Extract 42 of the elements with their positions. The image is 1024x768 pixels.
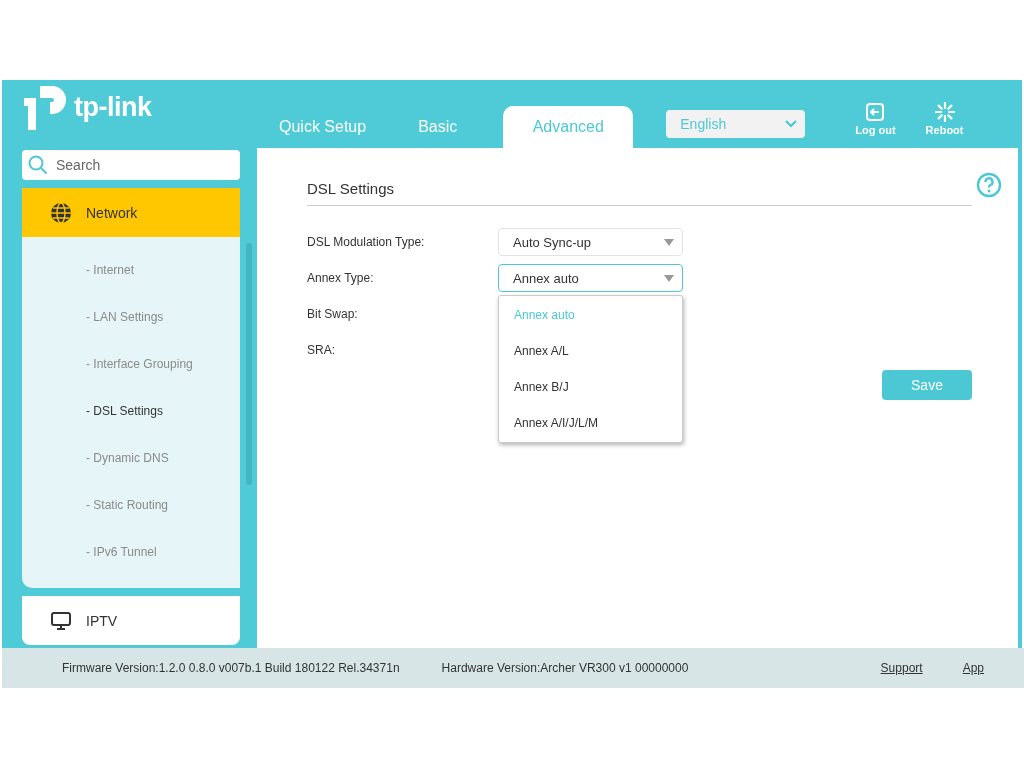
language-select[interactable]: English [666, 110, 806, 138]
help-icon[interactable] [976, 172, 1002, 198]
caret-icon [664, 238, 674, 246]
field-label: DSL Modulation Type: [307, 235, 426, 249]
hardware-version: Hardware Version:Archer VR300 v1 00000000 [441, 661, 689, 675]
field-label: Bit Swap: [307, 307, 359, 321]
logo-text: tp-link [74, 91, 152, 123]
chevron-icon [785, 120, 798, 128]
dropdown-option[interactable]: Annex A/L [499, 333, 682, 369]
submenu-item[interactable]: - Internet [22, 247, 240, 294]
section-title: DSL Settings [307, 180, 972, 206]
monitor-icon [50, 610, 72, 631]
submenu-item[interactable]: - IPv6 Tunnel [22, 529, 240, 576]
logout-button[interactable]: Log out [855, 102, 896, 136]
firmware-version: Firmware Version:1.2.0 0.8.0 v007b.1 Build 180122 Rel.34371n [62, 661, 400, 675]
dropdown-option[interactable]: Annex B/J [499, 369, 682, 405]
footer-link[interactable]: Support [880, 661, 923, 675]
nav-tab[interactable]: Quick Setup [257, 106, 393, 148]
field-label: SRA: [307, 343, 336, 357]
dropdown-option[interactable]: Annex auto [499, 297, 682, 333]
dropdown-field[interactable]: Annex auto [498, 264, 683, 292]
field-label: Annex Type: [307, 271, 375, 285]
search-icon [28, 155, 48, 175]
dropdown-field[interactable]: Auto Sync-up [498, 228, 683, 256]
caret-icon [664, 274, 674, 282]
logout-icon [865, 102, 886, 122]
submenu-item[interactable]: - DSL Settings [22, 388, 240, 435]
dropdown-option[interactable]: Annex A/I/J/L/M [499, 405, 682, 441]
save-button[interactable]: Save [882, 370, 972, 400]
menu-item[interactable]: Network [22, 188, 240, 237]
reboot-button[interactable]: Reboot [925, 102, 964, 136]
submenu-item[interactable]: - Static Routing [22, 482, 240, 529]
search-field[interactable]: Search [22, 150, 240, 180]
submenu-item[interactable]: - LAN Settings [22, 294, 240, 341]
globe-icon [50, 201, 72, 224]
spinner-icon [934, 102, 955, 122]
menu-item[interactable]: IPTV [22, 596, 240, 645]
nav-tab[interactable]: Basic [392, 106, 484, 148]
submenu-item[interactable]: - Dynamic DNS [22, 435, 240, 482]
submenu-item[interactable]: - Interface Grouping [22, 341, 240, 388]
footer-link[interactable]: App [962, 661, 984, 675]
nav-tab[interactable]: Advanced [503, 106, 634, 148]
